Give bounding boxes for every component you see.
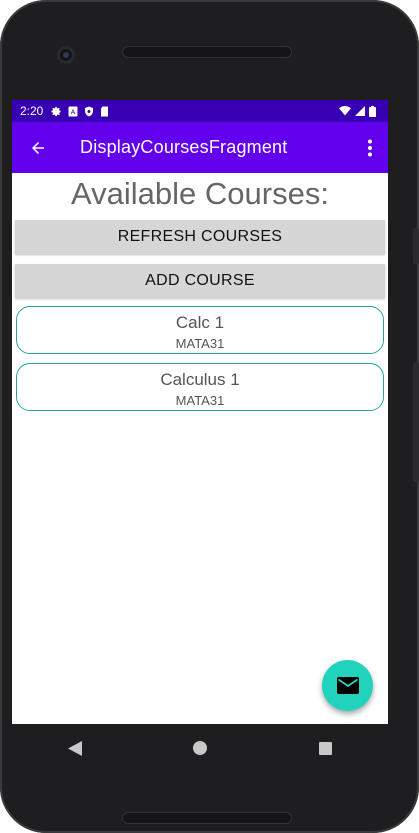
back-button[interactable] [14, 122, 62, 173]
nav-home-icon [192, 741, 207, 755]
nav-home-button[interactable] [170, 724, 230, 772]
battery-icon [369, 105, 376, 117]
nav-recents-button[interactable] [295, 724, 355, 772]
more-vert-icon [368, 139, 372, 156]
app-bar: DisplayCoursesFragment [12, 122, 388, 173]
overflow-menu-button[interactable] [352, 122, 388, 173]
course-code: MATA31 [175, 393, 225, 408]
system-nav-bar [12, 724, 388, 772]
font-a-icon: A [68, 106, 78, 116]
phone-frame: 2:20 A DisplayCoursesFragment Available … [0, 0, 419, 833]
status-time: 2:20 [20, 104, 44, 118]
email-fab-button[interactable] [322, 660, 373, 711]
course-code: MATA31 [175, 336, 225, 351]
screen: 2:20 A DisplayCoursesFragment Available … [12, 100, 388, 724]
course-card[interactable]: Calc 1 MATA31 [16, 306, 384, 354]
power-button [413, 362, 419, 482]
nav-recents-icon [318, 741, 332, 755]
nav-back-button[interactable] [45, 724, 105, 772]
status-icons-left: A [51, 106, 109, 117]
top-speaker [122, 46, 292, 58]
app-title: DisplayCoursesFragment [80, 137, 288, 157]
page-title: Available Courses: [71, 176, 329, 211]
volume-button [413, 228, 419, 264]
front-camera [57, 46, 75, 64]
status-icons-right [339, 105, 376, 117]
sd-card-icon [101, 106, 109, 116]
course-card[interactable]: Calculus 1 MATA31 [16, 363, 384, 411]
status-bar: 2:20 A [12, 100, 388, 122]
svg-text:A: A [71, 108, 76, 116]
bottom-speaker [122, 812, 292, 824]
course-name: Calc 1 [175, 313, 225, 332]
refresh-courses-button[interactable]: REFRESH COURSES [15, 220, 385, 254]
nav-back-icon [67, 740, 82, 756]
add-course-button[interactable]: ADD COURSE [15, 264, 385, 298]
arrow-back-icon [32, 141, 44, 154]
course-name: Calculus 1 [160, 370, 240, 389]
wifi-icon [339, 106, 351, 116]
shield-icon [85, 106, 94, 116]
signal-icon [355, 106, 365, 116]
email-icon [336, 677, 359, 694]
settings-icon [51, 106, 61, 116]
